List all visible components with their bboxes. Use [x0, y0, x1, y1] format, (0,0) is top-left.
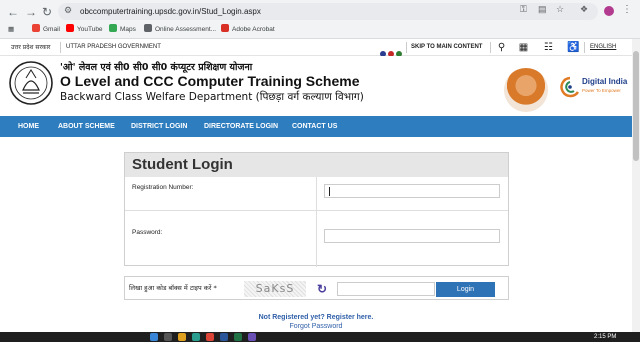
sitemap-icon[interactable]: ☷ [542, 41, 555, 54]
excel-icon[interactable] [234, 333, 242, 341]
key-icon[interactable]: ⚿ [520, 4, 527, 15]
digital-india-icon [560, 76, 580, 98]
start-icon[interactable] [150, 333, 158, 341]
row-divider [125, 210, 508, 211]
login-button[interactable]: Login [436, 282, 495, 297]
back-icon[interactable]: ← [6, 5, 20, 19]
bookmark-adobe-acrobat[interactable]: Adobe Acrobat [221, 24, 275, 36]
nav-district-login[interactable]: DISTRICT LOGIN [131, 116, 187, 137]
bookmark-maps[interactable]: Maps [109, 24, 136, 36]
gov-bar: उत्तर प्रदेश सरकार UTTAR PRADESH GOVERNM… [0, 39, 632, 57]
up-emblem-icon [9, 61, 53, 105]
divider [406, 42, 407, 53]
maps-icon [109, 24, 117, 32]
text-size-icon[interactable]: ▦ [517, 41, 530, 54]
captcha-image: SaKsS [244, 281, 306, 297]
extensions-icon[interactable]: ❖ [580, 4, 588, 15]
digital-india-text: Digital India [582, 77, 628, 86]
forward-icon[interactable]: → [24, 5, 38, 19]
scrollbar-thumb[interactable] [633, 51, 639, 161]
divider [60, 42, 61, 53]
youtube-icon [66, 24, 74, 32]
digital-india-tagline: Power To Empower [582, 88, 621, 93]
department-title: Backward Class Welfare Department (पिछड़… [60, 91, 364, 103]
digital-india-logo: Digital India Power To Empower [560, 74, 628, 104]
url-text[interactable]: obccomputertraining.upsdc.gov.in/Stud_Lo… [80, 5, 261, 18]
translate-icon[interactable]: ▤ [538, 4, 547, 15]
captcha-row: लिखा हुआ कोड बॉक्स में टाइप करें * SaKsS… [124, 276, 509, 300]
page-icon [144, 24, 152, 32]
text-caret [329, 187, 330, 196]
search-taskbar-icon[interactable] [164, 333, 172, 341]
captcha-input[interactable] [337, 282, 435, 296]
password-label: Password: [132, 229, 163, 236]
star-icon[interactable]: ☆ [556, 4, 564, 15]
menu-icon[interactable]: ⋮ [622, 4, 632, 15]
register-link[interactable]: Not Registered yet? Register here. [0, 314, 632, 321]
file-explorer-icon[interactable] [178, 333, 186, 341]
word-icon[interactable] [220, 333, 228, 341]
language-toggle[interactable]: ENGLISH [590, 39, 616, 56]
acrobat-icon [221, 24, 229, 32]
accessibility-icon[interactable]: ♿ [567, 41, 580, 54]
divider [584, 42, 585, 53]
bookmark-online-assessment[interactable]: Online Assessment... [144, 24, 216, 36]
search-icon[interactable]: ⚲ [495, 41, 508, 54]
hindi-title: 'ओ' लेवल एवं सी0 सी0 सी0 कंप्यूटर प्रशिक… [60, 62, 253, 73]
registration-number-label: Registration Number: [132, 184, 194, 191]
login-header: Student Login [125, 153, 508, 177]
skip-to-main-link[interactable]: SKIP TO MAIN CONTENT [411, 39, 482, 56]
nav-about-scheme[interactable]: ABOUT SCHEME [58, 116, 115, 137]
divider [490, 42, 491, 53]
student-login-panel: Student Login Registration Number: Passw… [124, 152, 509, 267]
app-icon[interactable] [248, 333, 256, 341]
cm-photo [504, 68, 548, 112]
state-hindi[interactable]: उत्तर प्रदेश सरकार [11, 39, 51, 56]
site-header: 'ओ' लेवल एवं सी0 सी0 सी0 कंप्यूटर प्रशिक… [0, 56, 632, 116]
page-scrollbar[interactable] [632, 39, 640, 332]
chrome-icon[interactable] [206, 333, 214, 341]
nav-home[interactable]: HOME [18, 116, 39, 137]
bookmarks-bar: ▦ Gmail YouTube Maps Online Assessment..… [0, 22, 640, 38]
bookmark-gmail[interactable]: Gmail [32, 24, 60, 36]
captcha-label: लिखा हुआ कोड बॉक्स में टाइप करें * [129, 284, 217, 292]
refresh-captcha-icon[interactable]: ↻ [315, 282, 329, 296]
nav-directorate-login[interactable]: DIRECTORATE LOGIN [204, 116, 278, 137]
edge-icon[interactable] [192, 333, 200, 341]
login-title: Student Login [132, 156, 233, 173]
clock[interactable]: 2:15 PM [594, 332, 616, 342]
apps-icon[interactable]: ▦ [8, 24, 14, 36]
browser-chrome: ← → ↻ ⚙ obccomputertraining.upsdc.gov.in… [0, 0, 640, 39]
bookmark-youtube[interactable]: YouTube [66, 24, 103, 36]
state-english[interactable]: UTTAR PRADESH GOVERNMENT [66, 39, 161, 56]
column-divider [316, 177, 317, 267]
profile-avatar[interactable] [604, 6, 614, 16]
password-input[interactable] [324, 229, 500, 243]
nav-contact-us[interactable]: CONTACT US [292, 116, 337, 137]
forgot-password-link[interactable]: Forgot Password [0, 323, 632, 330]
page-title: O Level and CCC Computer Training Scheme [60, 73, 360, 89]
reload-icon[interactable]: ↻ [40, 5, 54, 19]
site-info-icon[interactable]: ⚙ [64, 5, 75, 16]
main-nav: HOME ABOUT SCHEME DISTRICT LOGIN DIRECTO… [0, 116, 632, 137]
taskbar: 2:15 PM [0, 332, 640, 342]
registration-number-input[interactable] [324, 184, 500, 198]
address-bar[interactable]: ⚙ obccomputertraining.upsdc.gov.in/Stud_… [58, 3, 598, 20]
gmail-icon [32, 24, 40, 32]
